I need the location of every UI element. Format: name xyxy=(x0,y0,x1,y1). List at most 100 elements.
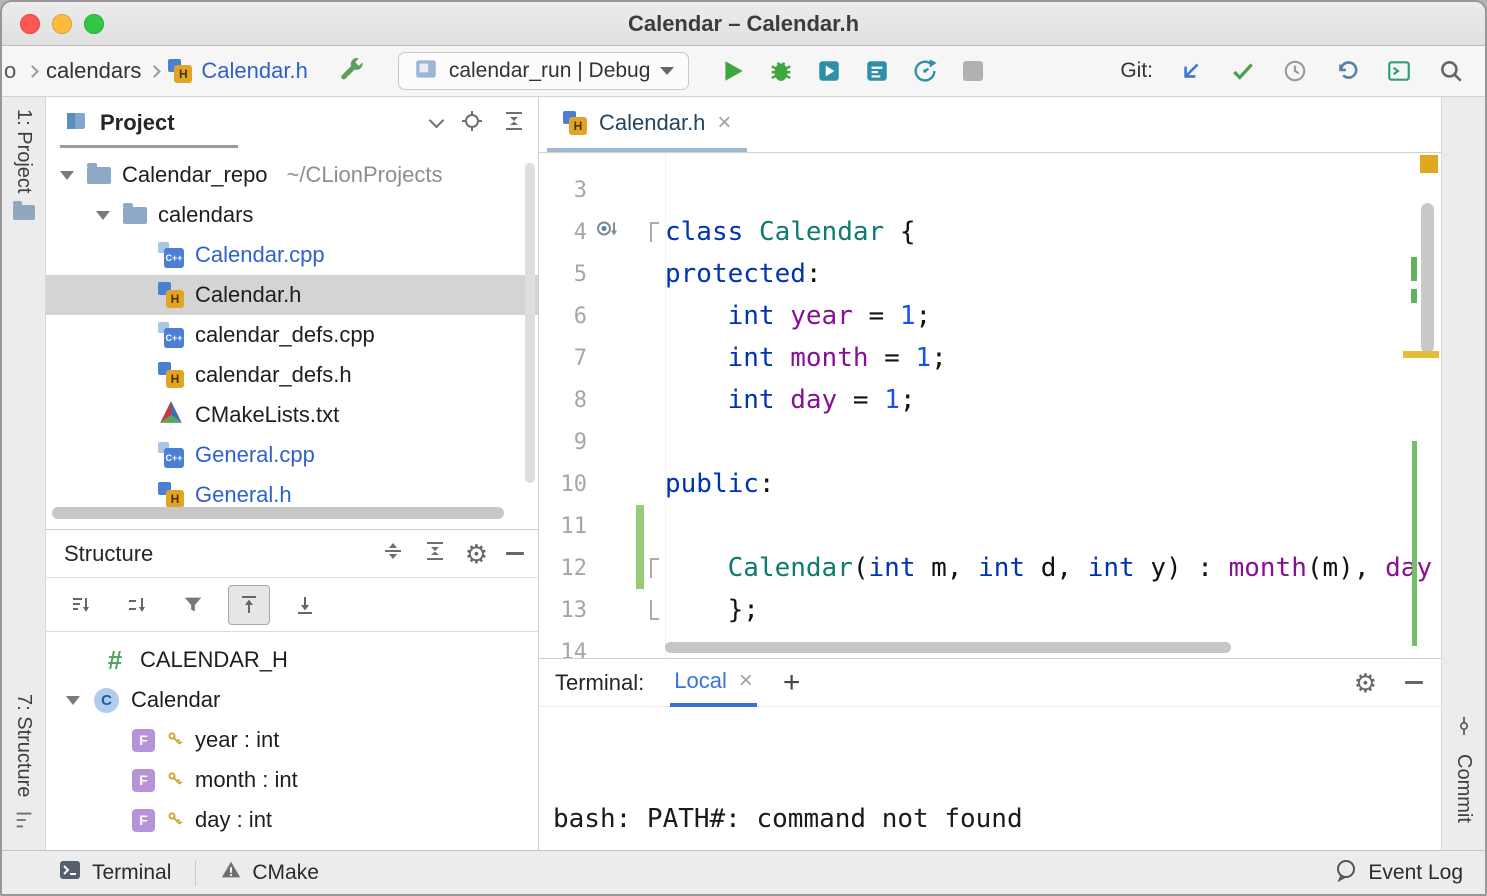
git-update-button[interactable] xyxy=(1173,53,1209,89)
code-editor[interactable]: 3 4 class Calendar { xyxy=(539,153,1441,658)
line-number: 3 xyxy=(539,178,587,203)
stop-button[interactable] xyxy=(955,53,991,89)
concurrency-button[interactable] xyxy=(859,53,895,89)
editor-tab-calendar-h[interactable]: H Calendar.h × xyxy=(547,97,747,152)
structure-row-define[interactable]: # CALENDAR_H xyxy=(46,640,538,680)
console-button[interactable] xyxy=(1381,53,1417,89)
sort-alphabetically-button[interactable] xyxy=(116,585,158,625)
new-terminal-session-button[interactable]: + xyxy=(783,668,801,698)
tree-row-file[interactable]: C++ calendar_defs.cpp xyxy=(46,315,538,355)
project-panel: Project xyxy=(46,97,538,529)
code-token xyxy=(665,343,728,373)
run-button[interactable] xyxy=(715,53,751,89)
error-stripe-green-bar[interactable] xyxy=(1412,441,1417,646)
structure-row-field[interactable]: F month : int xyxy=(46,760,538,800)
chevron-expanded-icon[interactable] xyxy=(58,171,76,180)
line-number: 10 xyxy=(539,472,587,497)
event-log-icon xyxy=(1334,858,1358,888)
statusbar-cmake-button[interactable]: CMake xyxy=(220,859,319,887)
code-line: 4 class Calendar { xyxy=(539,211,1441,253)
error-stripe-warning-mark[interactable] xyxy=(1403,351,1439,358)
commit-stripe-button[interactable]: Commit xyxy=(1442,715,1485,823)
line-number: 11 xyxy=(539,514,587,539)
commit-stripe-icon xyxy=(1453,715,1475,742)
gutter xyxy=(587,463,665,505)
chevron-expanded-icon[interactable] xyxy=(94,211,112,220)
structure-stripe-button[interactable]: 7: Structure xyxy=(2,694,45,836)
code-token: ; xyxy=(916,301,932,331)
editor-vertical-scrollbar[interactable] xyxy=(1421,203,1434,353)
search-everywhere-button[interactable] xyxy=(1433,53,1469,89)
git-commit-button[interactable] xyxy=(1225,53,1261,89)
breadcrumb-file[interactable]: Calendar.h xyxy=(201,58,307,84)
terminal-tab-local[interactable]: Local × xyxy=(670,659,757,707)
editor-horizontal-scrollbar[interactable] xyxy=(665,642,1231,653)
terminal-settings-gear-icon[interactable]: ⚙ xyxy=(1354,670,1377,696)
code-token: Calendar xyxy=(759,217,884,247)
chevron-expanded-icon[interactable] xyxy=(64,696,82,705)
structure-row-field[interactable]: F year : int xyxy=(46,720,538,760)
rollback-button[interactable] xyxy=(1329,53,1365,89)
code-line: 8 int day = 1; xyxy=(539,379,1441,421)
structure-label: CALENDAR_H xyxy=(140,647,288,673)
tree-row-calendars-folder[interactable]: calendars xyxy=(46,195,538,235)
terminal-output[interactable]: bash: PATH#: command not found (base) UN… xyxy=(539,707,1441,850)
profiler-button[interactable] xyxy=(907,53,943,89)
autoscroll-to-source-button[interactable] xyxy=(228,585,270,625)
zoom-button[interactable] xyxy=(84,14,104,34)
view-options-chevron-icon[interactable] xyxy=(429,113,445,129)
tree-row-file[interactable]: C++ Calendar.cpp xyxy=(46,235,538,275)
settings-gear-icon[interactable]: ⚙ xyxy=(465,541,488,567)
minimize-button[interactable] xyxy=(52,14,72,34)
coverage-button[interactable] xyxy=(811,53,847,89)
subclass-gutter-icon[interactable] xyxy=(595,217,619,248)
breadcrumb-folder[interactable]: calendars xyxy=(46,58,141,84)
structure-row-class[interactable]: C Calendar xyxy=(46,680,538,720)
code-token: = xyxy=(869,343,916,373)
terminal-hide-icon[interactable] xyxy=(1405,681,1423,684)
project-stripe-button[interactable]: 1: Project xyxy=(2,109,45,220)
history-button[interactable] xyxy=(1277,53,1313,89)
sort-by-type-button[interactable] xyxy=(60,585,102,625)
code-token: }; xyxy=(665,595,759,625)
tree-row-file-selected[interactable]: H Calendar.h xyxy=(46,275,538,315)
code-token: = xyxy=(853,301,900,331)
tree-row-file[interactable]: C++ General.cpp xyxy=(46,435,538,475)
breadcrumb-partial[interactable]: o xyxy=(4,58,19,84)
cmake-file-icon xyxy=(158,399,184,431)
filter-button[interactable] xyxy=(172,585,214,625)
run-config-select[interactable]: calendar_run | Debug xyxy=(398,52,690,90)
code-token xyxy=(775,385,791,415)
collapse-all-icon[interactable] xyxy=(423,539,447,568)
event-log-button[interactable]: Event Log xyxy=(1334,858,1463,888)
structure-label: day : int xyxy=(195,807,272,833)
structure-row-field[interactable]: F day : int xyxy=(46,800,538,840)
statusbar-terminal-button[interactable]: Terminal xyxy=(58,858,171,888)
tree-row-file[interactable]: CMakeLists.txt xyxy=(46,395,538,435)
close-button[interactable] xyxy=(20,14,40,34)
fold-region-icon[interactable] xyxy=(650,222,659,242)
debug-button[interactable] xyxy=(763,53,799,89)
vertical-scrollbar[interactable] xyxy=(525,163,535,483)
tree-row-file[interactable]: H calendar_defs.h xyxy=(46,355,538,395)
horizontal-scrollbar[interactable] xyxy=(52,507,504,519)
fold-region-icon[interactable] xyxy=(650,558,659,578)
commit-stripe-label: Commit xyxy=(1452,754,1475,823)
tab-close-icon[interactable]: × xyxy=(717,111,731,135)
locate-file-icon[interactable] xyxy=(460,109,484,138)
error-stripe-green-mark[interactable] xyxy=(1411,257,1417,281)
fold-end-icon[interactable] xyxy=(650,600,659,620)
inspection-status-square[interactable] xyxy=(1420,155,1438,173)
error-stripe-green-mark[interactable] xyxy=(1411,289,1417,303)
expand-all-icon[interactable] xyxy=(381,539,405,568)
cpp-file-icon: C++ xyxy=(158,322,184,348)
autoscroll-from-source-button[interactable] xyxy=(284,585,326,625)
run-config-app-icon xyxy=(413,56,439,87)
collapse-all-icon[interactable] xyxy=(502,109,526,138)
build-wrench-icon[interactable] xyxy=(334,53,370,89)
tree-row-project-root[interactable]: Calendar_repo ~/CLionProjects xyxy=(46,155,538,195)
hide-panel-icon[interactable] xyxy=(506,552,524,555)
terminal-tab-close-icon[interactable]: × xyxy=(739,669,753,693)
title-bar: Calendar – Calendar.h xyxy=(2,2,1485,46)
code-token: (m), xyxy=(1307,553,1385,583)
